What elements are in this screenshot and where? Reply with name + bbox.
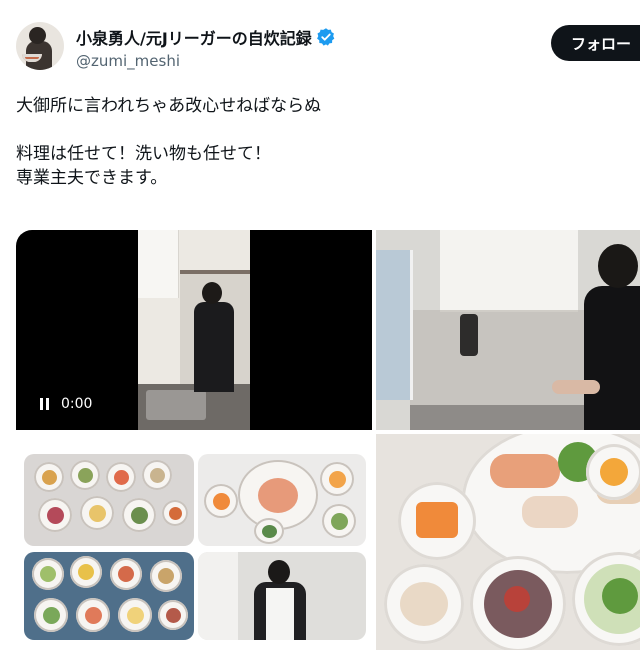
tweet-line-3: 専業主夫できます。 <box>16 168 168 188</box>
person-figure <box>584 286 640 430</box>
user-handle[interactable]: @zumi_meshi <box>76 52 180 70</box>
apron <box>266 588 294 640</box>
collage-tile-kitchen <box>198 552 366 640</box>
video-person <box>194 302 234 392</box>
video-player[interactable]: 0:00 <box>16 230 372 430</box>
name-row[interactable]: 小泉勇人/元Jリーガーの自炊記録 <box>76 26 336 48</box>
display-name[interactable]: 小泉勇人/元Jリーガーの自炊記録 <box>76 25 312 49</box>
collage-tile-tray <box>24 552 194 640</box>
food-photo[interactable] <box>376 434 640 650</box>
verified-badge-icon <box>316 28 335 46</box>
tweet-text: 大御所に言われちゃあ改心せねばならぬ 料理は任せて！洗い物も任せて！ 専業主夫で… <box>16 94 616 190</box>
video-frame <box>138 230 250 430</box>
video-time: 0:00 <box>61 396 93 412</box>
pause-icon[interactable] <box>38 398 52 410</box>
tweet-header: 小泉勇人/元Jリーガーの自炊記録 @zumi_meshi フォロー <box>0 0 640 90</box>
kitchen-photo[interactable] <box>376 230 640 430</box>
avatar[interactable] <box>16 22 64 70</box>
media-grid: 0:00 <box>16 230 640 650</box>
window <box>376 250 413 400</box>
tweet-line-1: 大御所に言われちゃあ改心せねばならぬ <box>16 96 322 116</box>
avatar-head <box>29 27 46 44</box>
collage-tile-plates <box>24 454 194 546</box>
collage-tile-platter <box>198 454 366 546</box>
follow-button[interactable]: フォロー <box>551 25 640 61</box>
range-hood <box>440 230 578 312</box>
collage-photo[interactable] <box>16 434 372 650</box>
tweet-line-2: 料理は任せて！洗い物も任せて！ <box>16 144 271 164</box>
